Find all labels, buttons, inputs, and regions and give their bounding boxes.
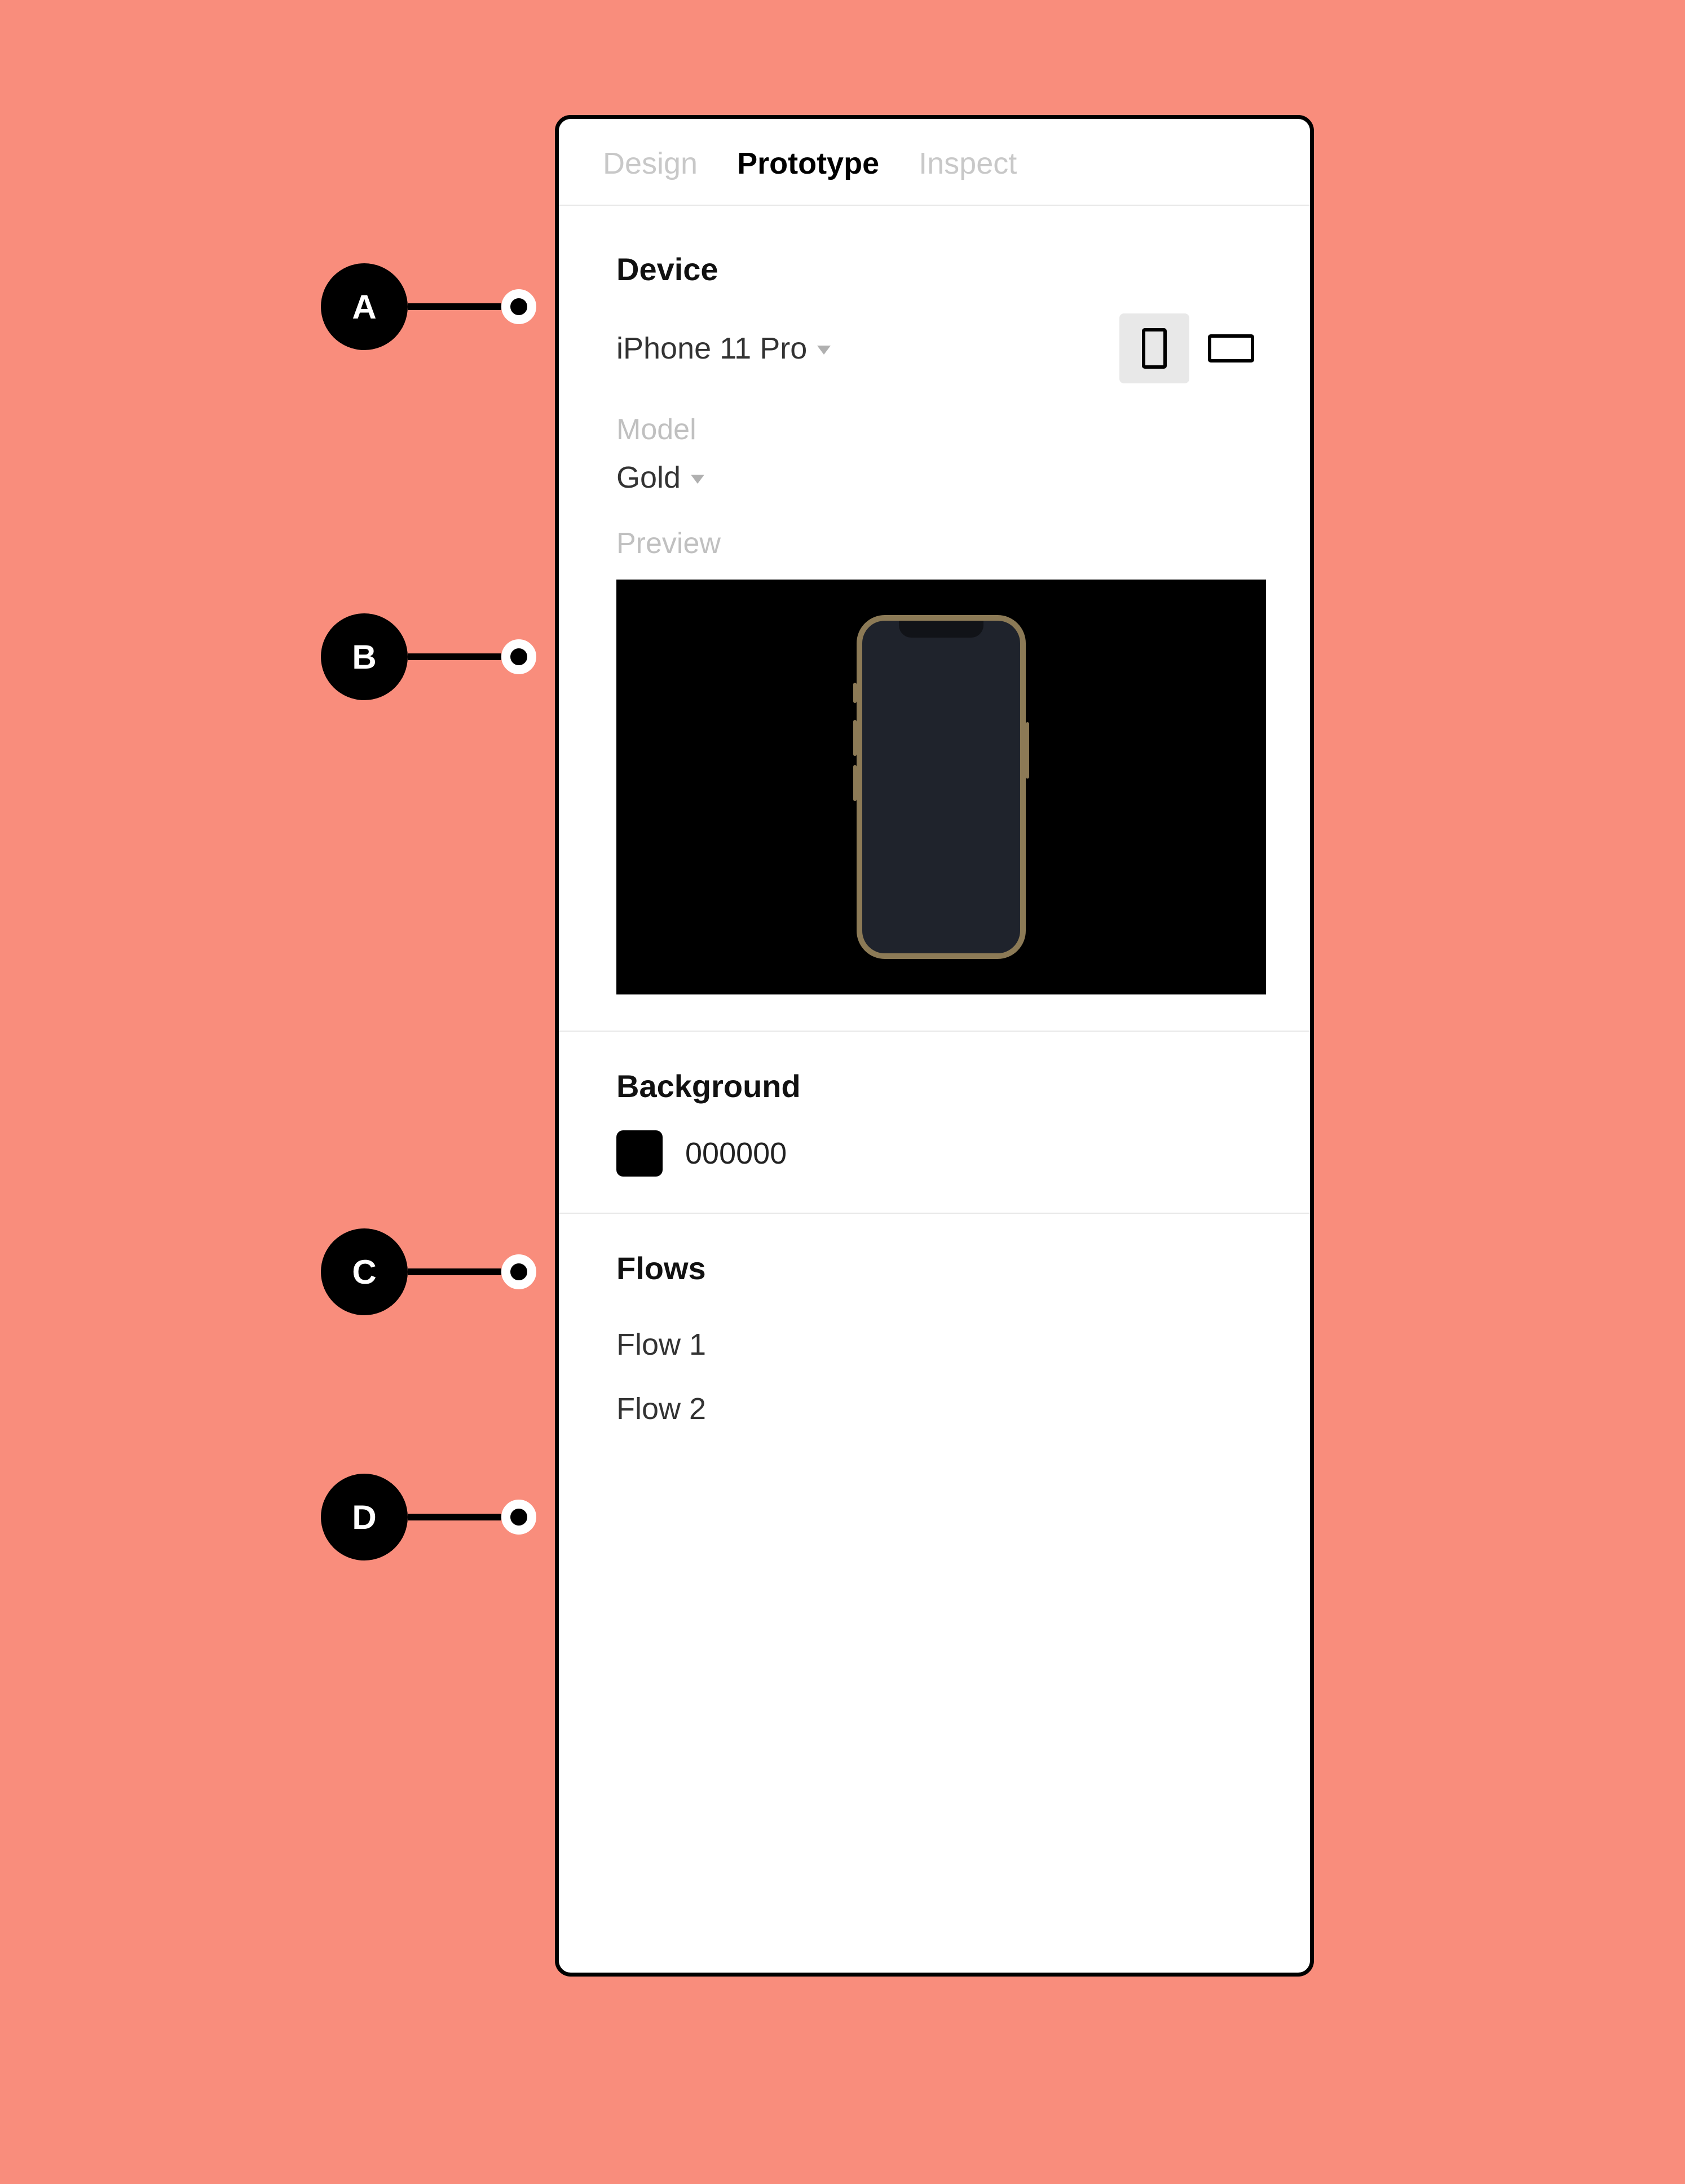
phone-side-button <box>1026 722 1029 779</box>
flows-section: Flows Flow 1 Flow 2 <box>559 1214 1310 1477</box>
device-dropdown[interactable]: iPhone 11 Pro <box>616 331 831 366</box>
phone-side-button <box>853 720 857 756</box>
callout-dot <box>501 639 536 674</box>
callout-dot <box>501 1254 536 1289</box>
phone-mockup <box>857 615 1026 959</box>
callout-badge-d: D <box>321 1474 408 1560</box>
model-value: Gold <box>616 460 681 495</box>
flows-title: Flows <box>616 1250 1266 1286</box>
callout-line <box>408 1268 501 1275</box>
callout-b: B <box>321 613 536 700</box>
tab-prototype[interactable]: Prototype <box>737 146 879 181</box>
device-title: Device <box>616 251 1266 288</box>
preview-label: Preview <box>616 527 1266 560</box>
color-swatch[interactable] <box>616 1130 663 1177</box>
orientation-toggle <box>1119 313 1266 383</box>
background-section: Background 000000 <box>559 1032 1310 1214</box>
device-row: iPhone 11 Pro <box>616 313 1266 383</box>
callout-badge-a: A <box>321 263 408 350</box>
callout-line <box>408 303 501 310</box>
orientation-landscape-button[interactable] <box>1196 313 1266 383</box>
callout-line <box>408 653 501 660</box>
model-block: Model Gold <box>616 413 1266 495</box>
callout-dot <box>501 1500 536 1535</box>
callout-badge-c: C <box>321 1228 408 1315</box>
portrait-icon <box>1142 328 1167 369</box>
landscape-icon <box>1208 334 1254 362</box>
background-title: Background <box>616 1068 1266 1104</box>
panel-tabs: Design Prototype Inspect <box>559 119 1310 206</box>
callout-c: C <box>321 1228 536 1315</box>
model-label: Model <box>616 413 1266 446</box>
prototype-panel: Design Prototype Inspect Device iPhone 1… <box>555 115 1314 1977</box>
device-section: Device iPhone 11 Pro Model Gold <box>559 206 1310 1032</box>
callout-badge-b: B <box>321 613 408 700</box>
color-hex-value[interactable]: 000000 <box>685 1136 787 1171</box>
callout-a: A <box>321 263 536 350</box>
tab-design[interactable]: Design <box>603 146 698 181</box>
device-selected-label: iPhone 11 Pro <box>616 331 807 366</box>
phone-side-button <box>853 683 857 703</box>
callout-dot <box>501 289 536 324</box>
callout-line <box>408 1514 501 1520</box>
tab-inspect[interactable]: Inspect <box>919 146 1017 181</box>
model-dropdown[interactable]: Gold <box>616 460 1266 495</box>
phone-side-button <box>853 765 857 801</box>
flow-item[interactable]: Flow 1 <box>616 1312 1266 1377</box>
preview-frame <box>616 580 1266 994</box>
flow-item[interactable]: Flow 2 <box>616 1377 1266 1441</box>
chevron-down-icon <box>817 346 831 355</box>
orientation-portrait-button[interactable] <box>1119 313 1189 383</box>
background-color-row[interactable]: 000000 <box>616 1130 1266 1177</box>
preview-block: Preview <box>616 527 1266 994</box>
chevron-down-icon <box>691 475 704 484</box>
callout-d: D <box>321 1474 536 1560</box>
